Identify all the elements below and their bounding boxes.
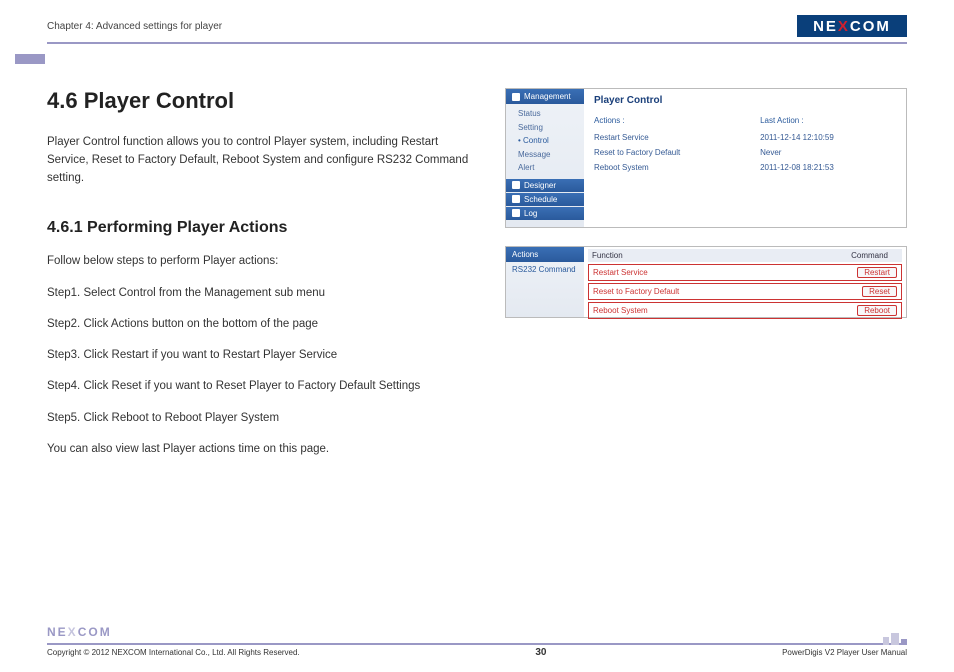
- restart-button[interactable]: Restart: [857, 267, 897, 278]
- reboot-button[interactable]: Reboot: [857, 305, 897, 316]
- table-row: Restart Service Restart: [588, 264, 902, 281]
- step-2: Step2. Click Actions button on the botto…: [47, 316, 477, 333]
- function-reboot-system: Reboot System: [593, 306, 791, 315]
- sidebar-item-status[interactable]: Status: [518, 107, 584, 121]
- screenshot-player-control: Management Status Setting Control Messag…: [505, 88, 907, 228]
- sidebar-item-setting[interactable]: Setting: [518, 121, 584, 135]
- sidebar: Management Status Setting Control Messag…: [506, 89, 584, 227]
- sidebar-log-label: Log: [524, 209, 537, 218]
- footer-logo: NEXCOM: [47, 625, 112, 639]
- function-reset-factory: Reset to Factory Default: [593, 287, 791, 296]
- action-restart-service[interactable]: Restart Service: [594, 133, 760, 142]
- designer-icon: [512, 181, 520, 189]
- last-reboot-system: 2011-12-08 18:21:53: [760, 163, 896, 172]
- actions-label: Actions :: [594, 116, 760, 125]
- table-row: Reboot System Reboot: [588, 302, 902, 319]
- sidebar-item-message[interactable]: Message: [518, 148, 584, 162]
- logo-text-x: X: [838, 18, 850, 35]
- sidebar-log[interactable]: Log: [506, 207, 584, 220]
- sidebar-designer-label: Designer: [524, 181, 556, 190]
- action-reset-factory[interactable]: Reset to Factory Default: [594, 148, 760, 157]
- footer-logo-x: X: [68, 625, 78, 639]
- step-4: Step4. Click Reset if you want to Reset …: [47, 378, 477, 395]
- action-reboot-system[interactable]: Reboot System: [594, 163, 760, 172]
- log-icon: [512, 209, 520, 217]
- footer-logo-pre: NE: [47, 625, 68, 639]
- step-3: Step3. Click Restart if you want to Rest…: [47, 347, 477, 364]
- footer-logo-post: COM: [78, 625, 112, 639]
- page-tab-stub: [15, 54, 45, 64]
- logo-text-post: COM: [850, 18, 891, 35]
- step-5: Step5. Click Reboot to Reboot Player Sys…: [47, 410, 477, 427]
- last-reset-factory: Never: [760, 148, 896, 157]
- chapter-title: Chapter 4: Advanced settings for player: [47, 21, 222, 32]
- reset-button[interactable]: Reset: [862, 286, 897, 297]
- last-restart-service: 2011-12-14 12:10:59: [760, 133, 896, 142]
- sidebar-item-alert[interactable]: Alert: [518, 161, 584, 175]
- copyright: Copyright © 2012 NEXCOM International Co…: [47, 648, 300, 657]
- sidebar-management-label: Management: [524, 92, 571, 101]
- screenshot-actions-table: Actions RS232 Command Function Command R…: [505, 246, 907, 318]
- panel-title: Player Control: [594, 95, 896, 106]
- col-function: Function: [592, 251, 791, 260]
- manual-name: PowerDigis V2 Player User Manual: [782, 648, 907, 657]
- steps-lead: Follow below steps to perform Player act…: [47, 253, 477, 270]
- col-command: Command: [791, 251, 898, 260]
- function-restart-service: Restart Service: [593, 268, 791, 277]
- management-icon: [512, 93, 520, 101]
- sidebar-designer[interactable]: Designer: [506, 179, 584, 192]
- subsection-heading: 4.6.1 Performing Player Actions: [47, 219, 477, 237]
- header-rule: [47, 42, 907, 44]
- rs232-command-item[interactable]: RS232 Command: [506, 262, 584, 277]
- sidebar-item-control[interactable]: Control: [518, 134, 584, 148]
- schedule-icon: [512, 195, 520, 203]
- page-number: 30: [535, 647, 546, 658]
- logo-text-pre: NE: [813, 18, 838, 35]
- footer-corner-icon: [883, 633, 907, 645]
- actions-sidebar-header[interactable]: Actions: [506, 247, 584, 262]
- section-intro: Player Control function allows you to co…: [47, 134, 477, 187]
- footer-rule: [47, 643, 907, 645]
- sidebar-schedule[interactable]: Schedule: [506, 193, 584, 206]
- sidebar-schedule-label: Schedule: [524, 195, 557, 204]
- steps-trailer: You can also view last Player actions ti…: [47, 441, 477, 458]
- table-row: Reset to Factory Default Reset: [588, 283, 902, 300]
- step-1: Step1. Select Control from the Managemen…: [47, 285, 477, 302]
- sidebar-management[interactable]: Management: [506, 89, 584, 104]
- last-action-label: Last Action :: [760, 116, 896, 125]
- nexcom-logo: NEXCOM: [797, 15, 907, 37]
- section-heading: 4.6 Player Control: [47, 88, 477, 114]
